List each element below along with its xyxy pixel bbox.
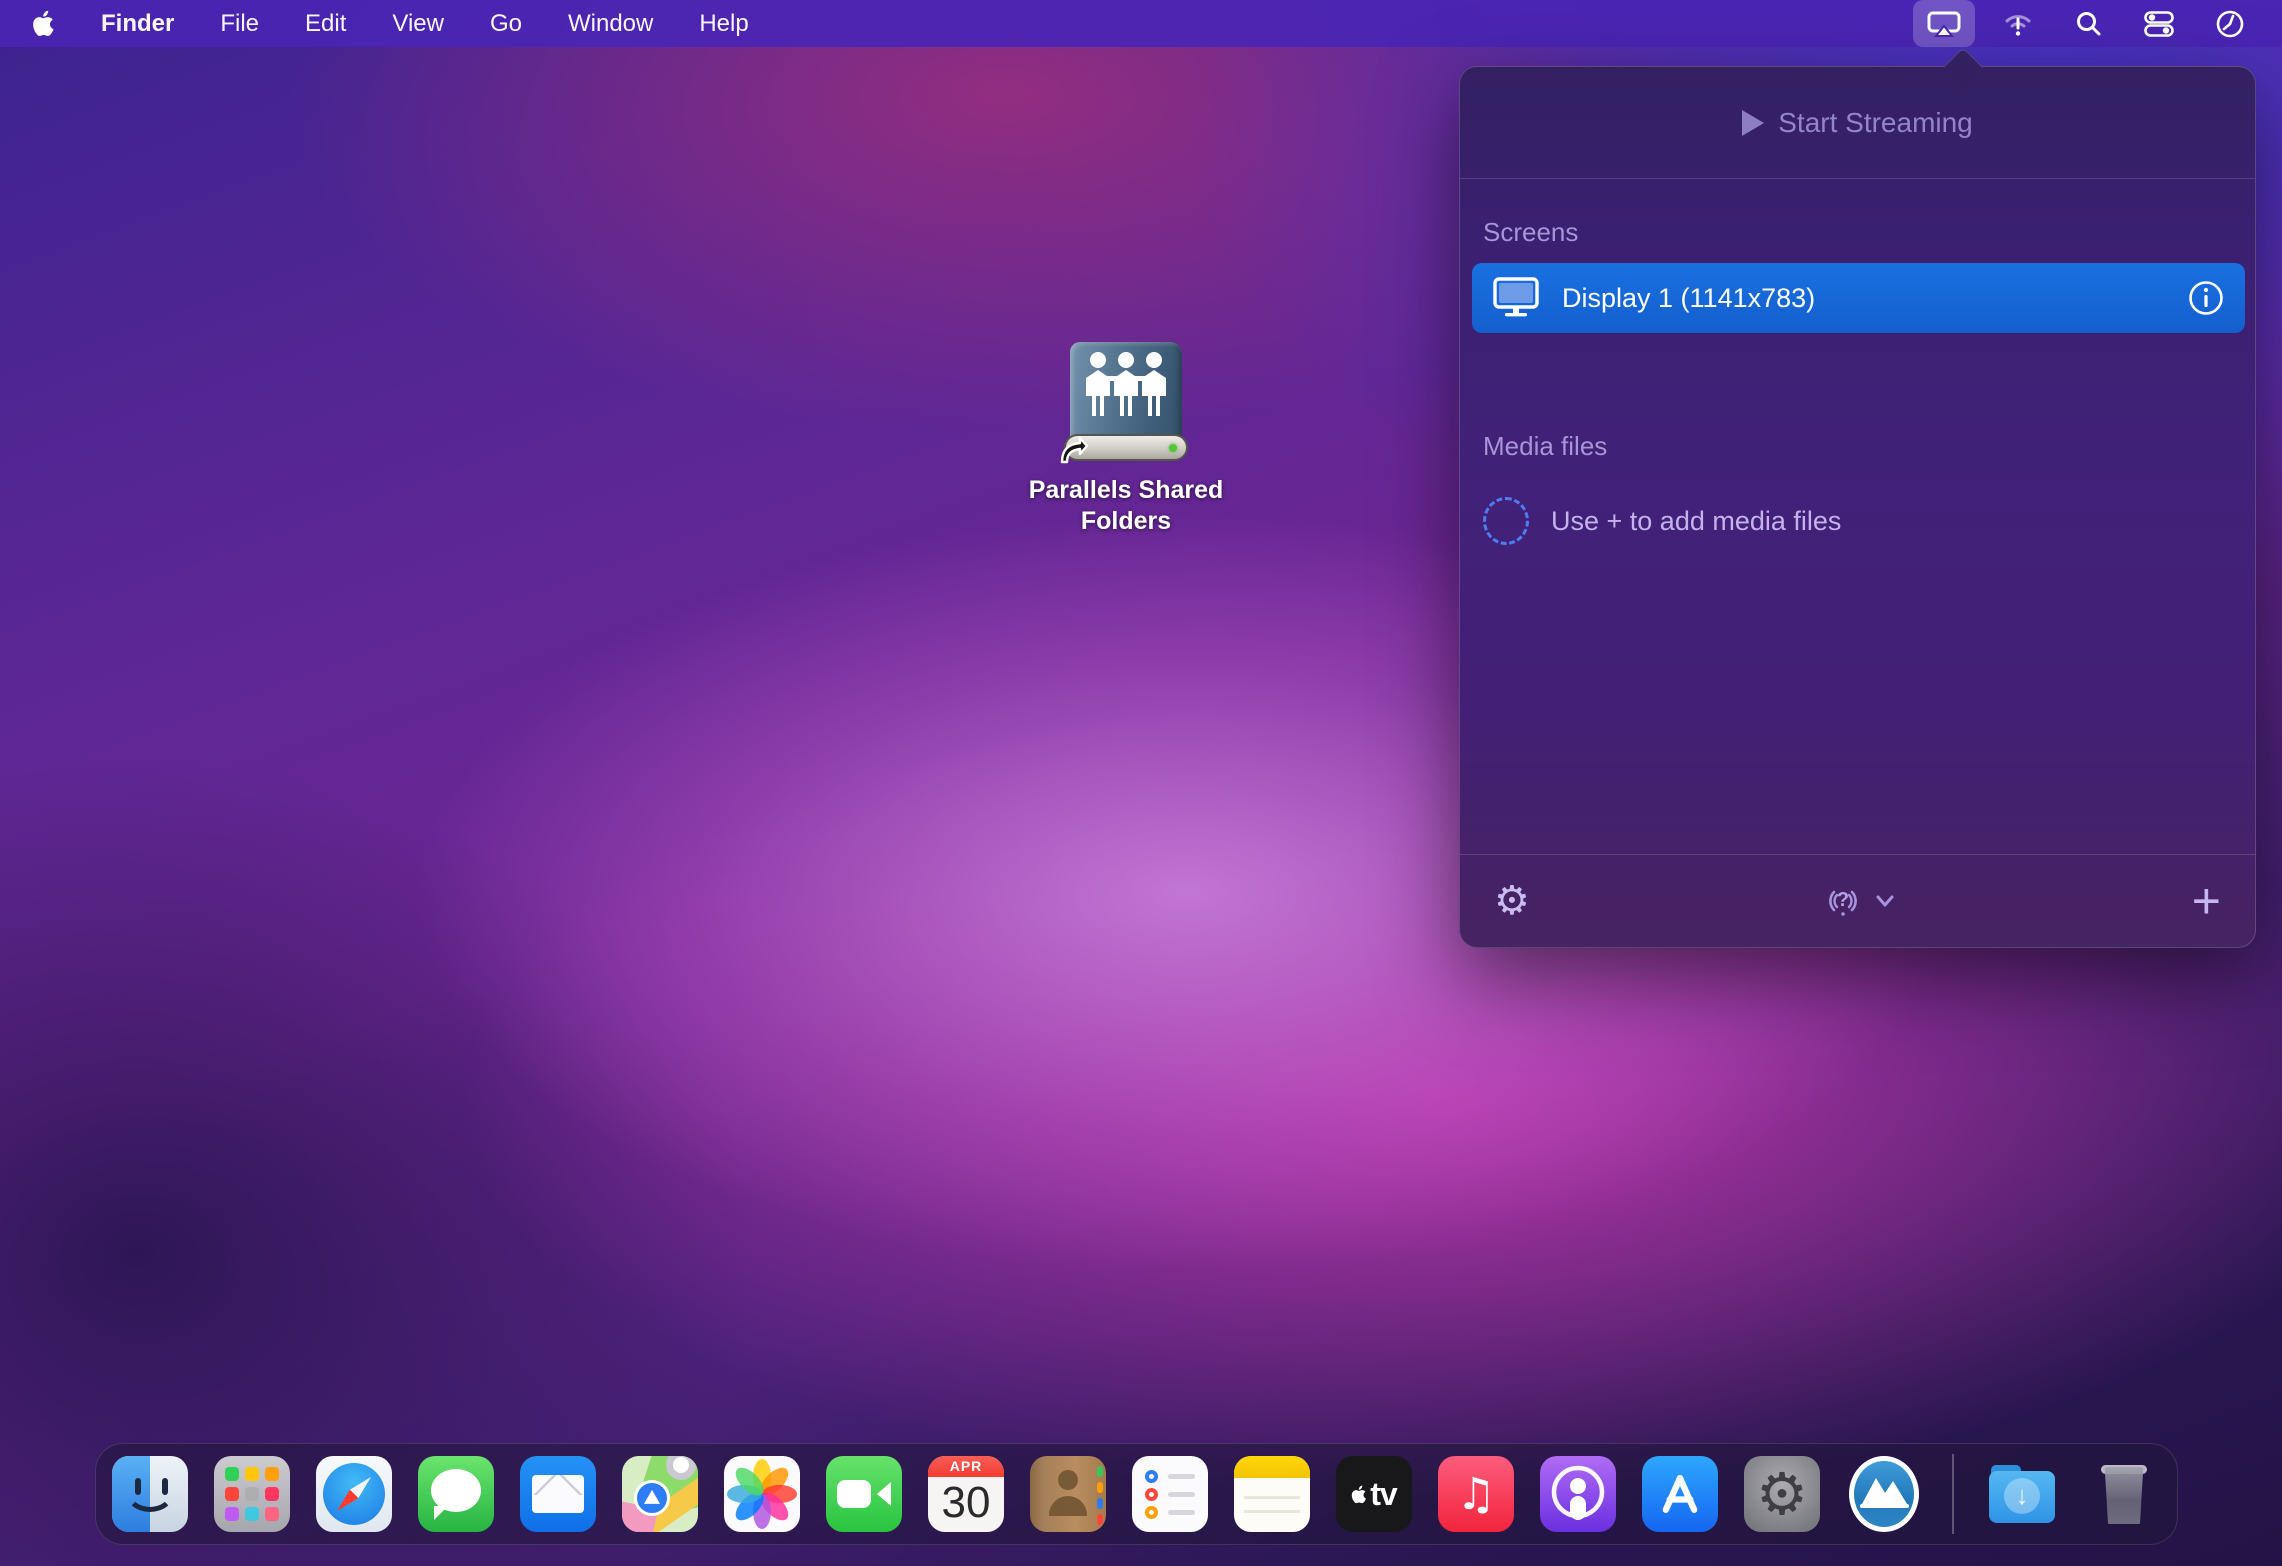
dock-item-maps[interactable]	[622, 1456, 698, 1532]
people-glyph	[1082, 350, 1170, 430]
screen-mirroring-icon[interactable]	[1913, 0, 1975, 47]
streaming-popover: Start Streaming Screens Display 1 (1141x…	[1459, 66, 2256, 948]
media-section-label: Media files	[1483, 431, 1607, 462]
dock-item-app-store[interactable]	[1642, 1456, 1718, 1532]
apple-menu[interactable]	[32, 10, 55, 37]
menu-help[interactable]: Help	[699, 10, 748, 38]
dock-item-calendar[interactable]: APR 30	[928, 1456, 1004, 1532]
download-arrow-icon: ↓	[2004, 1478, 2040, 1514]
chevron-down-icon	[1875, 894, 1895, 908]
menu-app-name[interactable]: Finder	[101, 10, 174, 38]
display-icon	[1492, 276, 1540, 320]
dock-item-notes[interactable]	[1234, 1456, 1310, 1532]
person-silhouette-icon	[1058, 1470, 1078, 1490]
add-media-button[interactable]: +	[2192, 876, 2221, 926]
music-note-icon: ♫	[1456, 1469, 1495, 1520]
shared-drive-icon	[1062, 338, 1190, 466]
dock-item-messages[interactable]	[418, 1456, 494, 1532]
calendar-day: 30	[928, 1474, 1004, 1532]
clock-icon[interactable]	[2202, 0, 2258, 47]
dock-item-contacts[interactable]	[1030, 1456, 1106, 1532]
help-menu[interactable]: ?	[1821, 879, 1895, 923]
screens-section-label: Screens	[1483, 217, 1578, 248]
apple-icon	[32, 10, 55, 37]
dock-divider	[1952, 1454, 1954, 1534]
menu-bar: Finder File Edit View Go Window Help	[0, 0, 2282, 47]
media-hint-text: Use + to add media files	[1551, 506, 1841, 537]
podcasts-icon	[1540, 1456, 1616, 1532]
menu-bar-left: Finder File Edit View Go Window Help	[0, 10, 749, 38]
start-streaming-label: Start Streaming	[1778, 107, 1973, 139]
dock-item-reminders[interactable]	[1132, 1456, 1208, 1532]
dock-item-system-preferences[interactable]: ⚙	[1744, 1456, 1820, 1532]
menu-view[interactable]: View	[392, 10, 444, 38]
play-icon	[1742, 110, 1764, 136]
dock-item-finder[interactable]	[112, 1456, 188, 1532]
desktop-icon-label: Parallels Shared Folders	[1018, 475, 1234, 537]
tv-glyph: tv	[1370, 1476, 1396, 1513]
dock-item-mail[interactable]	[520, 1456, 596, 1532]
search-icon[interactable]	[2061, 0, 2116, 47]
screen-row-label: Display 1 (1141x783)	[1562, 283, 2165, 314]
menu-edit[interactable]: Edit	[305, 10, 346, 38]
dock-item-launchpad[interactable]	[214, 1456, 290, 1532]
svg-text:?: ?	[1836, 889, 1848, 911]
gear-icon: ⚙	[1756, 1465, 1808, 1523]
trash-bin-icon	[2103, 1467, 2145, 1524]
menu-go[interactable]: Go	[490, 10, 522, 38]
dock-item-parallels[interactable]	[1846, 1456, 1922, 1532]
desktop-icon-parallels-shared-folders[interactable]: Parallels Shared Folders	[1018, 338, 1234, 537]
app-store-a-icon	[1650, 1464, 1710, 1524]
screen-row-display-1[interactable]: Display 1 (1141x783)	[1472, 263, 2245, 333]
info-icon[interactable]	[2187, 279, 2225, 317]
menu-bar-status-area	[1913, 0, 2282, 47]
media-placeholder-circle	[1483, 497, 1529, 545]
dock-item-safari[interactable]	[316, 1456, 392, 1532]
dock-item-podcasts[interactable]	[1540, 1456, 1616, 1532]
navigation-arrow-icon	[634, 1480, 670, 1516]
menu-window[interactable]: Window	[568, 10, 653, 38]
dock-item-tv[interactable]: tv	[1336, 1456, 1412, 1532]
media-empty-row: Use + to add media files	[1483, 497, 1841, 545]
alias-arrow-badge	[1058, 436, 1088, 466]
apple-icon	[1351, 1485, 1367, 1504]
start-streaming-button[interactable]: Start Streaming	[1460, 67, 2255, 179]
dock-item-facetime[interactable]	[826, 1456, 902, 1532]
popover-footer: ⚙ ? +	[1460, 854, 2255, 947]
settings-gear-icon[interactable]: ⚙	[1494, 881, 1530, 921]
dock-item-trash[interactable]	[2086, 1456, 2162, 1532]
dock: APR 30 tv ♫	[95, 1443, 2178, 1545]
dock-item-downloads[interactable]: ↓	[1984, 1456, 2060, 1532]
wifi-alert-icon[interactable]	[1989, 0, 2047, 47]
drive-led	[1169, 444, 1177, 452]
menu-file[interactable]: File	[220, 10, 259, 38]
control-center-icon[interactable]	[2130, 0, 2188, 47]
dock-item-music[interactable]: ♫	[1438, 1456, 1514, 1532]
dock-item-photos[interactable]	[724, 1456, 800, 1532]
help-icon: ?	[1821, 879, 1865, 923]
video-camera-icon	[837, 1480, 871, 1508]
